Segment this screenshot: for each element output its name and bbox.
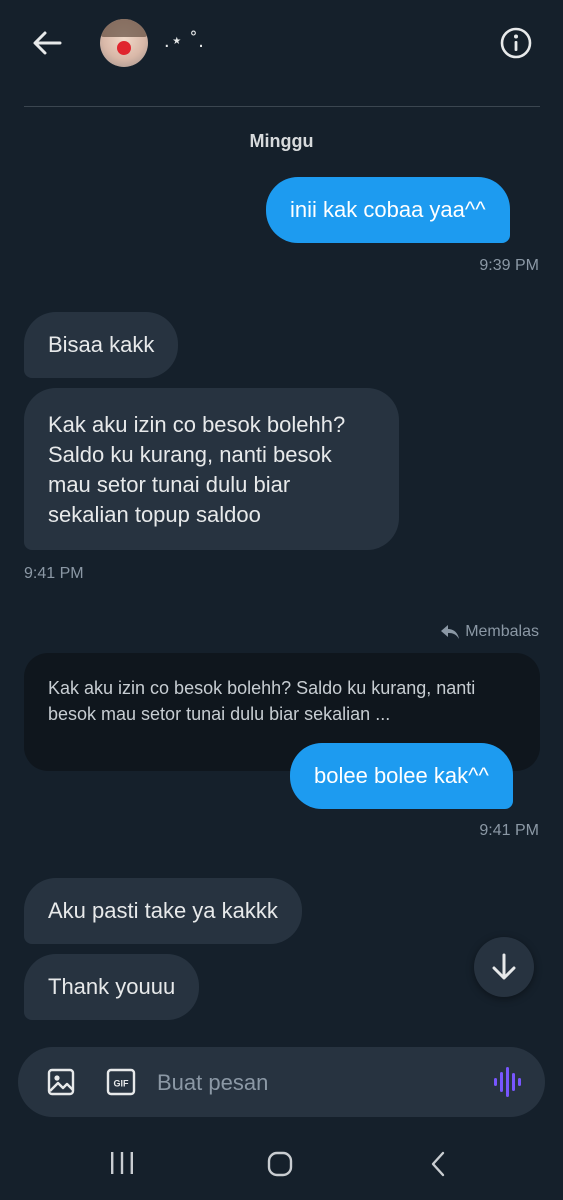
message-timestamp: 9:39 PM xyxy=(479,257,539,274)
home-icon xyxy=(267,1151,293,1177)
voice-message-button[interactable] xyxy=(492,1066,522,1098)
contact-name[interactable]: .⋆ ˚. xyxy=(164,28,205,53)
message-outgoing[interactable]: inii kak cobaa yaa^^ xyxy=(266,177,510,243)
message-outgoing[interactable]: bolee bolee kak^^ xyxy=(290,743,513,809)
reply-label: Membalas xyxy=(465,623,539,640)
info-circle-icon xyxy=(500,27,532,59)
avatar[interactable] xyxy=(100,19,148,67)
conversation-info-button[interactable] xyxy=(499,26,533,60)
image-button[interactable] xyxy=(46,1067,76,1097)
message-incoming[interactable]: Thank youuu xyxy=(24,954,200,1020)
reply-indicator: Membalas xyxy=(441,623,539,641)
arrow-down-icon xyxy=(492,953,516,980)
arrow-left-icon xyxy=(33,31,62,55)
message-timestamp: 9:41 PM xyxy=(24,565,84,582)
gif-icon: GIF xyxy=(106,1068,136,1096)
message-incoming[interactable]: Kak aku izin co besok bolehh? Saldo ku k… xyxy=(24,388,399,550)
home-button[interactable] xyxy=(267,1151,293,1177)
reply-icon xyxy=(441,625,460,639)
svg-text:GIF: GIF xyxy=(114,1079,130,1089)
recents-button[interactable] xyxy=(108,1150,136,1176)
recents-icon xyxy=(111,1152,133,1174)
back-button[interactable] xyxy=(30,28,64,58)
message-incoming[interactable]: Aku pasti take ya kakkk xyxy=(24,878,302,944)
day-separator: Minggu xyxy=(249,131,314,151)
gif-button[interactable]: GIF xyxy=(106,1068,136,1096)
message-incoming[interactable]: Bisaa kakk xyxy=(24,312,179,378)
header-divider xyxy=(24,106,540,107)
system-back-button[interactable] xyxy=(429,1150,447,1178)
scroll-to-bottom-button[interactable] xyxy=(474,937,534,997)
image-icon xyxy=(47,1068,75,1096)
voice-waveform-icon xyxy=(494,1067,521,1097)
message-composer[interactable] xyxy=(18,1047,545,1117)
chevron-left-icon xyxy=(431,1151,445,1177)
message-timestamp: 9:41 PM xyxy=(479,822,539,839)
message-input[interactable]: Buat pesan xyxy=(157,1070,268,1096)
